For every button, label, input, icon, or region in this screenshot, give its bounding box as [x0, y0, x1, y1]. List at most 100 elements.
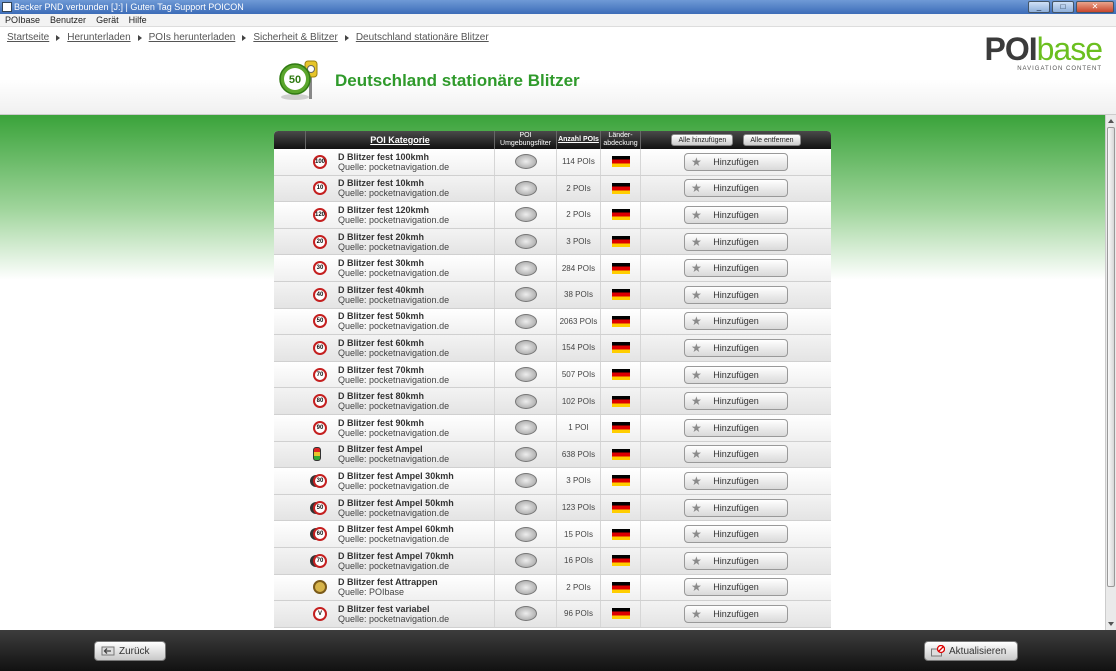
- poi-source: Quelle: pocketnavigation.de: [338, 560, 450, 571]
- germany-flag-icon: [611, 475, 630, 487]
- close-button[interactable]: ✕: [1076, 1, 1114, 13]
- add-button[interactable]: ★ Hinzufügen: [684, 179, 788, 198]
- add-button[interactable]: ★ Hinzufügen: [684, 551, 788, 570]
- add-button[interactable]: ★ Hinzufügen: [684, 445, 788, 464]
- table-row: D Blitzer fest Attrappen Quelle: POIbase 2…: [274, 574, 831, 602]
- add-button[interactable]: ★ Hinzufügen: [684, 471, 788, 490]
- poi-count: 2063 POIs: [559, 316, 598, 326]
- breadcrumb-herunterladen[interactable]: Herunterladen: [67, 32, 130, 43]
- vertical-scrollbar[interactable]: [1105, 115, 1116, 630]
- page-header: Startseite Herunterladen POIs herunterla…: [0, 27, 1116, 115]
- poi-source: Quelle: pocketnavigation.de: [338, 188, 450, 199]
- poi-name: D Blitzer fest 60kmh: [338, 337, 425, 348]
- filter-icon[interactable]: [514, 393, 537, 409]
- add-button[interactable]: ★ Hinzufügen: [684, 205, 788, 224]
- back-button[interactable]: Zurück: [94, 641, 166, 661]
- filter-icon[interactable]: [514, 180, 537, 196]
- minimize-button[interactable]: _: [1028, 1, 1050, 13]
- header-count[interactable]: Anzahl POIs: [557, 131, 601, 149]
- row-filter-cell: [495, 441, 557, 468]
- row-filter-cell: [495, 414, 557, 441]
- table-row: VD Blitzer fest variabel Quelle: pocketna…: [274, 601, 831, 628]
- add-all-button[interactable]: Alle hinzufügen: [671, 134, 734, 146]
- row-name-cell: D Blitzer fest 30kmh Quelle: pocketnaviga…: [306, 255, 495, 281]
- row-name-cell: D Blitzer fest 90kmh Quelle: pocketnaviga…: [306, 414, 495, 441]
- germany-flag-icon: [611, 395, 630, 407]
- breadcrumb-sicherheit-blitzer[interactable]: Sicherheit & Blitzer: [253, 32, 337, 43]
- refresh-button[interactable]: Aktualisieren: [924, 641, 1018, 661]
- add-button[interactable]: ★ Hinzufügen: [684, 498, 788, 517]
- germany-flag-icon: [611, 422, 630, 434]
- table-row: 70 D Blitzer fest 70kmh Quelle: pocketnavi…: [274, 361, 831, 389]
- breadcrumb-current[interactable]: Deutschland stationäre Blitzer: [356, 32, 489, 43]
- row-flag-cell: [601, 601, 641, 627]
- add-button[interactable]: ★ Hinzufügen: [684, 578, 788, 597]
- poi-count: 102 POIs: [561, 396, 596, 406]
- row-count-cell: 154 POIs: [557, 335, 601, 361]
- menu-geraet[interactable]: Gerät: [96, 14, 119, 26]
- breadcrumb: Startseite Herunterladen POIs herunterla…: [7, 32, 489, 43]
- filter-icon[interactable]: [514, 606, 537, 622]
- add-button-label: Hinzufügen: [713, 263, 759, 274]
- filter-icon[interactable]: [514, 367, 537, 383]
- germany-flag-icon: [611, 236, 630, 248]
- row-action-cell: ★ Hinzufügen: [641, 601, 831, 627]
- row-flag-cell: [601, 468, 641, 494]
- filter-icon[interactable]: [514, 340, 537, 356]
- filter-icon[interactable]: [514, 287, 537, 303]
- menu-hilfe[interactable]: Hilfe: [129, 14, 147, 26]
- filter-icon[interactable]: [514, 234, 537, 250]
- star-icon: ★: [691, 367, 702, 382]
- poi-source: Quelle: pocketnavigation.de: [338, 347, 450, 358]
- row-flag-cell: [601, 414, 641, 441]
- row-filter-cell: [495, 521, 557, 547]
- header-category[interactable]: POI Kategorie: [306, 131, 495, 149]
- add-button[interactable]: ★ Hinzufügen: [684, 285, 788, 304]
- add-button[interactable]: ★ Hinzufügen: [684, 312, 788, 331]
- filter-icon[interactable]: [514, 579, 537, 595]
- menu-poibase[interactable]: POIbase: [5, 14, 40, 26]
- filter-icon[interactable]: [514, 207, 537, 223]
- add-button[interactable]: ★ Hinzufügen: [684, 232, 788, 251]
- filter-icon[interactable]: [514, 526, 537, 542]
- germany-flag-icon: [611, 448, 630, 460]
- filter-icon[interactable]: [514, 473, 537, 489]
- filter-icon[interactable]: [514, 260, 537, 276]
- add-button[interactable]: ★ Hinzufügen: [684, 259, 788, 278]
- add-button[interactable]: ★ Hinzufügen: [684, 365, 788, 384]
- breadcrumb-pois-herunterladen[interactable]: POIs herunterladen: [149, 32, 236, 43]
- row-filter-cell: [495, 308, 557, 335]
- row-icon-cell: 50: [274, 495, 327, 521]
- scroll-thumb[interactable]: [1107, 127, 1115, 587]
- poi-table: POI Kategorie POI Umgebungsfilter Anzahl…: [274, 131, 831, 630]
- row-icon-cell: 10: [274, 176, 327, 202]
- add-button[interactable]: ★ Hinzufügen: [684, 392, 788, 411]
- row-count-cell: 102 POIs: [557, 388, 601, 414]
- poi-name: D Blitzer fest 10kmh: [338, 178, 425, 189]
- filter-icon[interactable]: [514, 553, 537, 569]
- speed-limit-sign-icon: 70: [313, 367, 327, 382]
- poi-source: Quelle: pocketnavigation.de: [338, 427, 450, 438]
- add-button[interactable]: ★ Hinzufügen: [684, 604, 788, 623]
- menu-benutzer[interactable]: Benutzer: [50, 14, 86, 26]
- filter-icon[interactable]: [514, 154, 537, 170]
- breadcrumb-arrow-icon: [242, 34, 247, 41]
- filter-icon[interactable]: [514, 420, 537, 436]
- row-icon-cell: 40: [274, 282, 327, 308]
- remove-all-button[interactable]: Alle entfernen: [743, 134, 801, 146]
- scroll-up-icon[interactable]: [1108, 119, 1114, 123]
- table-body: 100 D Blitzer fest 100kmh Quelle: pocketna…: [274, 149, 831, 628]
- add-button[interactable]: ★ Hinzufügen: [684, 418, 788, 437]
- add-button[interactable]: ★ Hinzufügen: [684, 152, 788, 171]
- maximize-button[interactable]: □: [1052, 1, 1074, 13]
- filter-icon[interactable]: [514, 500, 537, 516]
- add-button[interactable]: ★ Hinzufügen: [684, 338, 788, 357]
- poi-source: Quelle: pocketnavigation.de: [338, 507, 450, 518]
- scroll-down-icon[interactable]: [1108, 622, 1114, 626]
- breadcrumb-startseite[interactable]: Startseite: [7, 32, 49, 43]
- poi-source: Quelle: pocketnavigation.de: [338, 401, 450, 412]
- add-button[interactable]: ★ Hinzufügen: [684, 525, 788, 544]
- table-row: 100 D Blitzer fest 100kmh Quelle: pocketna…: [274, 149, 831, 176]
- filter-icon[interactable]: [514, 446, 537, 462]
- filter-icon[interactable]: [514, 313, 537, 329]
